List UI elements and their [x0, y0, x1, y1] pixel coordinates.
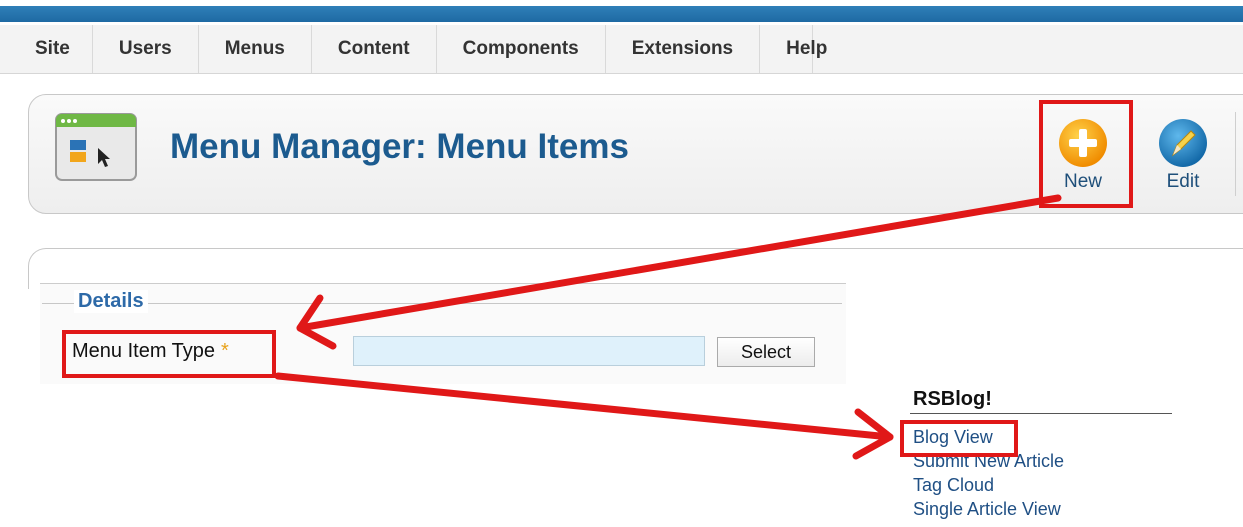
page-title: Menu Manager: Menu Items: [170, 127, 629, 166]
menu-help[interactable]: Help: [760, 25, 827, 73]
legend-line: [42, 303, 842, 304]
menu-item-type-input[interactable]: [353, 336, 705, 366]
menu-components[interactable]: Components: [437, 25, 606, 73]
arrow-type-to-blog: [274, 372, 894, 460]
menu-users[interactable]: Users: [93, 25, 199, 73]
pencil-circle-icon: [1159, 119, 1207, 167]
details-legend: Details: [74, 290, 148, 313]
rsblog-item-single-article-view[interactable]: Single Article View: [913, 498, 1064, 522]
menu-window-icon: [54, 112, 138, 182]
toolbar-divider: [1235, 112, 1236, 196]
rsblog-rule: [910, 413, 1172, 414]
highlight-menu-item-type: [62, 330, 276, 378]
menu-site[interactable]: Site: [0, 25, 93, 73]
select-button[interactable]: Select: [717, 337, 815, 367]
edit-button-label: Edit: [1166, 171, 1200, 192]
top-bar: [0, 0, 1243, 22]
rsblog-title: RSBlog!: [913, 388, 992, 410]
rsblog-item-tag-cloud[interactable]: Tag Cloud: [913, 474, 1064, 498]
main-menu-bar: Site Users Menus Content Components Exte…: [0, 25, 1243, 74]
menu-extensions[interactable]: Extensions: [606, 25, 761, 73]
highlight-new: [1039, 100, 1133, 208]
menu-content[interactable]: Content: [312, 25, 437, 73]
top-stripe: [0, 6, 1243, 22]
edit-button[interactable]: Edit: [1148, 115, 1218, 205]
menu-menus[interactable]: Menus: [199, 25, 312, 73]
highlight-blog-view: [900, 420, 1018, 457]
